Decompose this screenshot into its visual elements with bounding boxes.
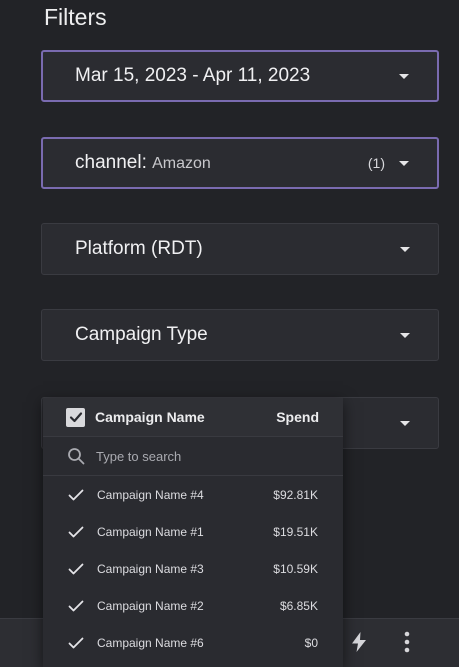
campaign-dropdown: Campaign Name Spend Type to search Campa… [43, 398, 343, 667]
filters-panel: Filters Mar 15, 2023 - Apr 11, 2023 chan… [0, 0, 459, 667]
campaign-spend: $6.85K [279, 598, 318, 613]
check-icon [68, 489, 84, 500]
list-item[interactable]: Campaign Name #6 $0 [43, 624, 343, 661]
campaign-spend: $0 [304, 635, 318, 650]
check-icon [68, 563, 84, 574]
search-placeholder: Type to search [96, 448, 182, 464]
platform-filter[interactable]: Platform (RDT) [41, 223, 439, 275]
chevron-down-icon [399, 73, 409, 79]
selected-count-badge: (1) [367, 155, 385, 171]
check-icon [68, 526, 84, 537]
campaign-spend: $10.59K [273, 561, 318, 576]
campaign-name-column-header[interactable]: Campaign Name [95, 409, 276, 425]
channel-filter[interactable]: channel: Amazon (1) [41, 137, 439, 189]
page-title: Filters [44, 4, 107, 30]
chevron-down-icon [400, 420, 410, 426]
check-icon [68, 637, 84, 648]
campaign-name: Campaign Name #3 [97, 561, 204, 576]
check-icon [69, 412, 82, 423]
campaign-name: Campaign Name #1 [97, 524, 204, 539]
check-icon [68, 600, 84, 611]
search-field[interactable]: Type to search [43, 437, 343, 476]
channel-filter-label: channel [75, 152, 142, 173]
channel-filter-value: Amazon [152, 155, 211, 172]
chevron-down-icon [400, 246, 410, 252]
date-range-filter[interactable]: Mar 15, 2023 - Apr 11, 2023 [41, 50, 439, 102]
list-item[interactable]: Campaign Name #1 $19.51K [43, 513, 343, 550]
dropdown-header: Campaign Name Spend [43, 398, 343, 437]
campaign-type-filter[interactable]: Campaign Type [41, 309, 439, 361]
search-icon [68, 448, 85, 465]
date-range-label: Mar 15, 2023 - Apr 11, 2023 [75, 65, 311, 86]
bolt-icon[interactable] [348, 631, 370, 653]
platform-filter-label: Platform (RDT) [75, 238, 203, 259]
select-all-checkbox[interactable] [66, 407, 85, 427]
chevron-down-icon [399, 160, 409, 166]
list-item[interactable]: Campaign Name #4 $92.81K [43, 476, 343, 513]
campaign-name: Campaign Name #2 [97, 598, 204, 613]
list-item[interactable]: Campaign Name #3 $10.59K [43, 550, 343, 587]
campaign-spend: $19.51K [273, 524, 318, 539]
spend-column-header[interactable]: Spend [276, 409, 319, 425]
more-vert-icon[interactable] [398, 630, 416, 654]
chevron-down-icon [400, 332, 410, 338]
campaign-spend: $92.81K [273, 487, 318, 502]
campaign-name: Campaign Name #6 [97, 635, 204, 650]
campaign-name: Campaign Name #4 [97, 487, 204, 502]
campaign-type-filter-label: Campaign Type [75, 324, 208, 345]
list-item[interactable]: Campaign Name #2 $6.85K [43, 587, 343, 624]
